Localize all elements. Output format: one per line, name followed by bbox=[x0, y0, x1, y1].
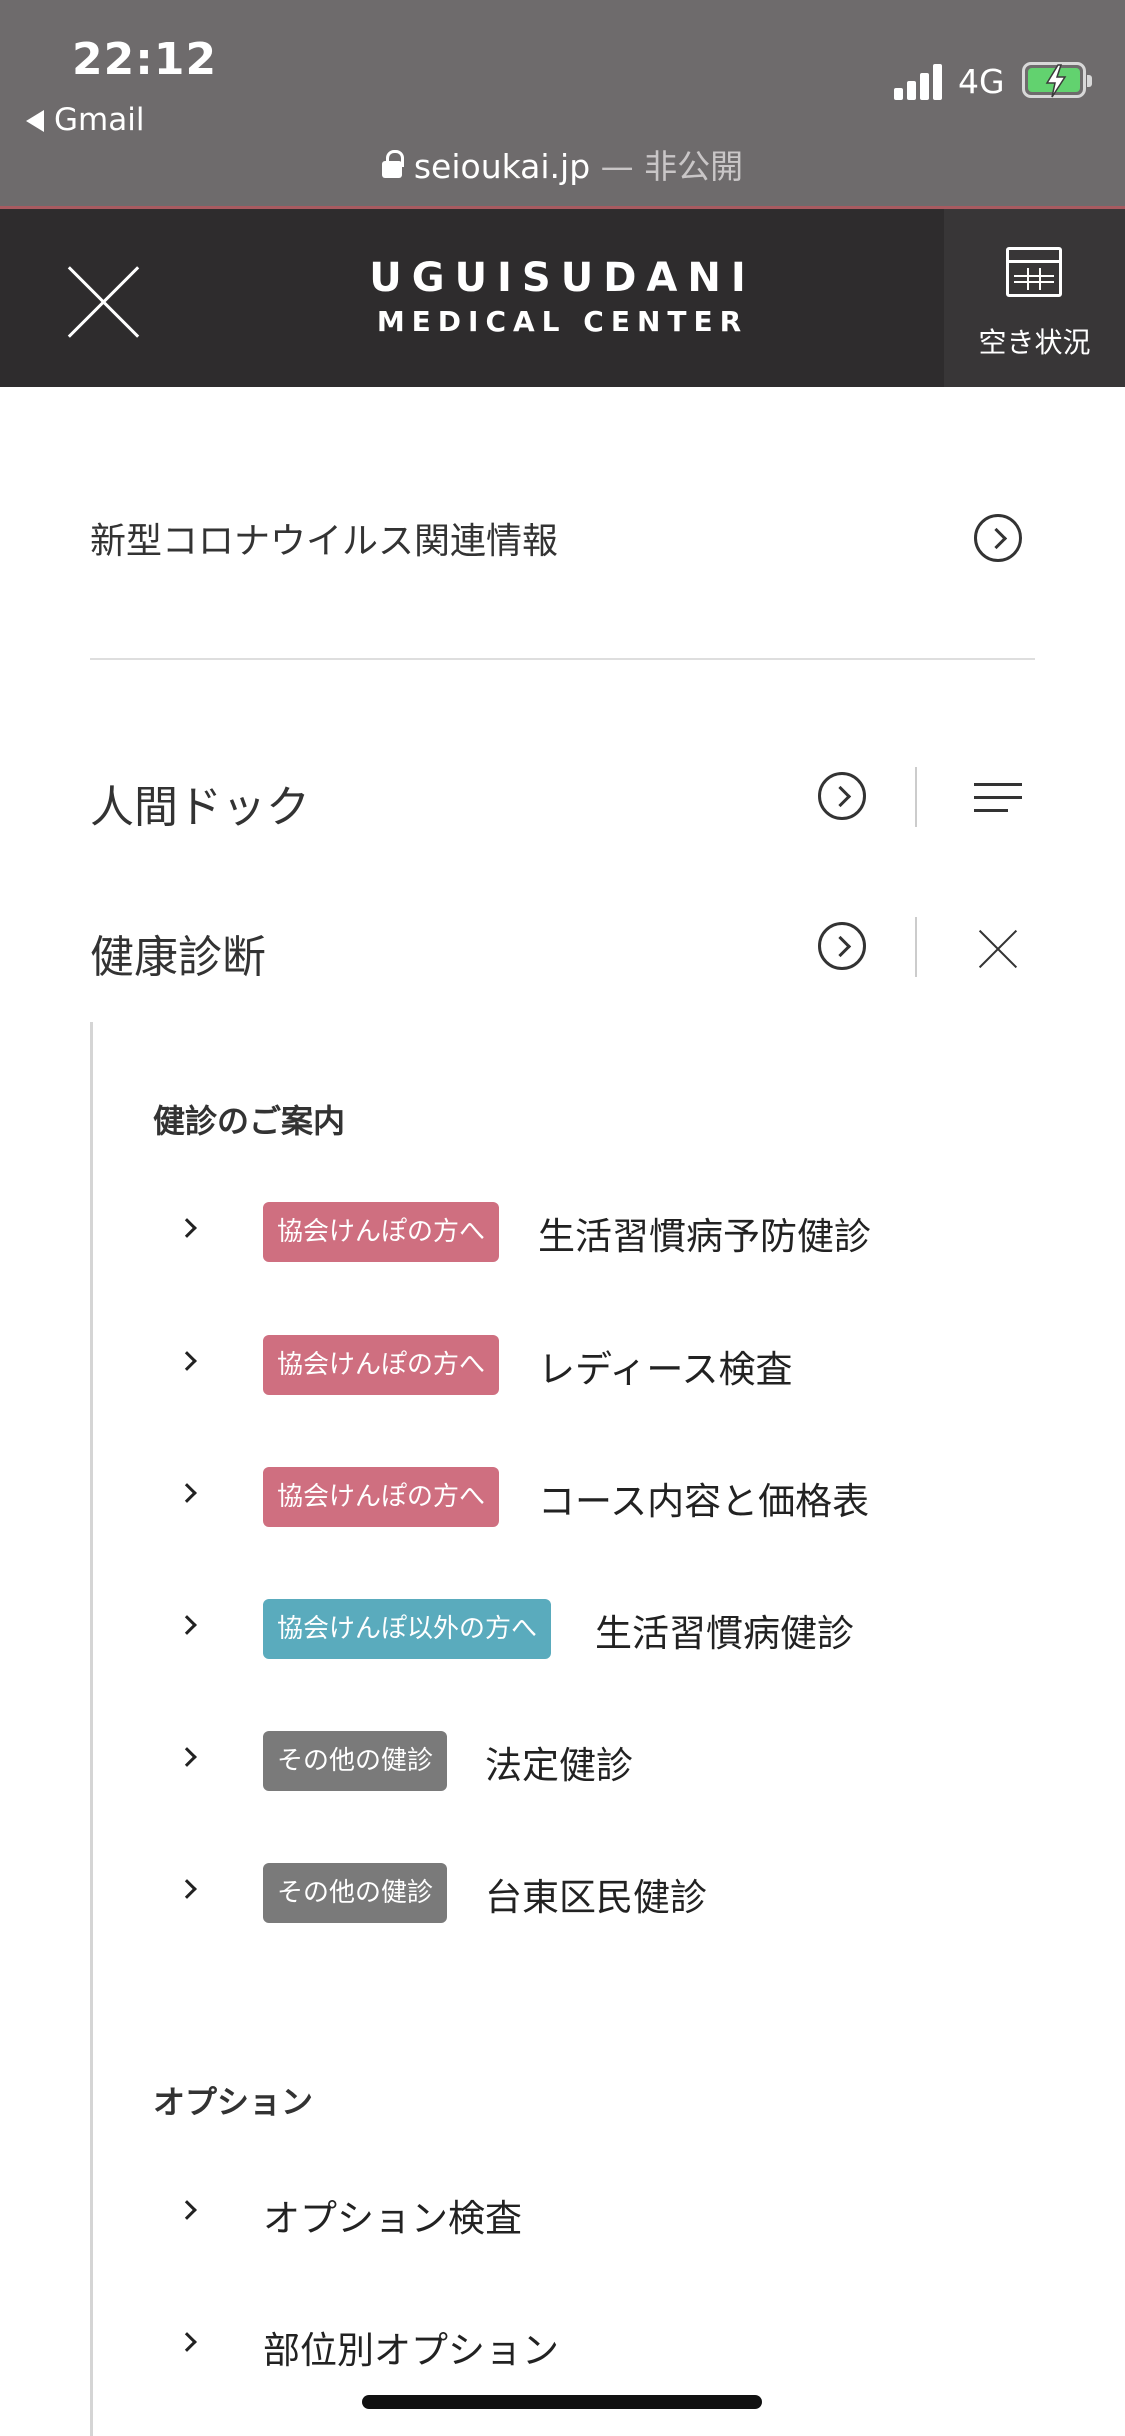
calendar-icon bbox=[1006, 247, 1062, 297]
clock: 22:12 bbox=[72, 34, 218, 85]
menu-item-checkup[interactable]: 健康診断 bbox=[90, 905, 1035, 995]
submenu-border bbox=[90, 1022, 93, 2436]
circle-arrow-icon[interactable] bbox=[818, 772, 866, 820]
category-badge: 協会けんぽ以外の方へ bbox=[263, 1599, 552, 1659]
home-indicator[interactable] bbox=[362, 2395, 762, 2409]
network-label: 4G bbox=[958, 62, 1005, 101]
divider bbox=[915, 767, 917, 827]
circle-arrow-icon[interactable] bbox=[974, 514, 1022, 562]
list-item-label: 法定健診 bbox=[485, 1744, 633, 1787]
category-badge: その他の健診 bbox=[263, 1863, 448, 1923]
list-item-label: 生活習慣病健診 bbox=[595, 1612, 854, 1655]
category-badge: その他の健診 bbox=[263, 1731, 448, 1791]
url-domain: seioukai.jp bbox=[413, 147, 591, 186]
availability-label: 空き状況 bbox=[978, 326, 1091, 359]
section-title-options: オプション bbox=[153, 2083, 314, 2121]
divider bbox=[90, 658, 1035, 660]
back-app-label: Gmail bbox=[54, 102, 145, 138]
expand-menu-icon[interactable] bbox=[974, 783, 1022, 813]
menu-item-checkup-label: 健康診断 bbox=[90, 932, 266, 983]
collapse-menu-icon[interactable] bbox=[978, 929, 1018, 969]
circle-arrow-icon[interactable] bbox=[818, 922, 866, 970]
chevron-right-icon bbox=[177, 1218, 197, 1238]
menu-item-covid-label: 新型コロナウイルス関連情報 bbox=[90, 521, 559, 562]
site-header: UGUISUDANI MEDICAL CENTER 空き状況 bbox=[0, 209, 1125, 387]
back-to-app-link[interactable]: Gmail bbox=[26, 102, 144, 138]
chevron-right-icon bbox=[177, 1483, 197, 1503]
list-item-label: 台東区民健診 bbox=[485, 1876, 707, 1919]
chevron-right-icon bbox=[177, 1351, 197, 1371]
list-item-label: コース内容と価格表 bbox=[538, 1480, 870, 1523]
url-bar[interactable]: seioukai.jp — 非公開 bbox=[0, 140, 1125, 188]
category-badge: 協会けんぽの方へ bbox=[263, 1202, 500, 1262]
divider bbox=[915, 917, 917, 977]
menu-item-dock-label: 人間ドック bbox=[90, 782, 310, 833]
url-private-label: — 非公開 bbox=[600, 147, 744, 186]
menu-item-dock[interactable]: 人間ドック bbox=[90, 755, 1035, 845]
chevron-right-icon bbox=[177, 1615, 197, 1635]
menu-item-covid[interactable]: 新型コロナウイルス関連情報 bbox=[90, 500, 1035, 580]
availability-button[interactable]: 空き状況 bbox=[944, 209, 1125, 387]
section-title-guide: 健診のご案内 bbox=[153, 1102, 346, 1140]
category-badge: 協会けんぽの方へ bbox=[263, 1467, 500, 1527]
lock-icon bbox=[381, 150, 404, 178]
signal-icon bbox=[894, 64, 946, 100]
chevron-right-icon bbox=[177, 1879, 197, 1899]
list-item-label: オプション検査 bbox=[263, 2197, 522, 2240]
list-item-label: レディース検査 bbox=[538, 1348, 793, 1391]
category-badge: 協会けんぽの方へ bbox=[263, 1335, 500, 1395]
chevron-right-icon bbox=[177, 2332, 197, 2352]
list-item-label: 部位別オプション bbox=[263, 2329, 559, 2372]
back-arrow-icon bbox=[26, 110, 44, 132]
list-item-label: 生活習慣病予防健診 bbox=[538, 1215, 871, 1258]
battery-charging-icon bbox=[1022, 62, 1092, 98]
chevron-right-icon bbox=[177, 2200, 197, 2220]
chevron-right-icon bbox=[177, 1747, 197, 1767]
status-bar: 22:12 Gmail 4G seioukai.jp — 非公開 bbox=[0, 0, 1125, 206]
